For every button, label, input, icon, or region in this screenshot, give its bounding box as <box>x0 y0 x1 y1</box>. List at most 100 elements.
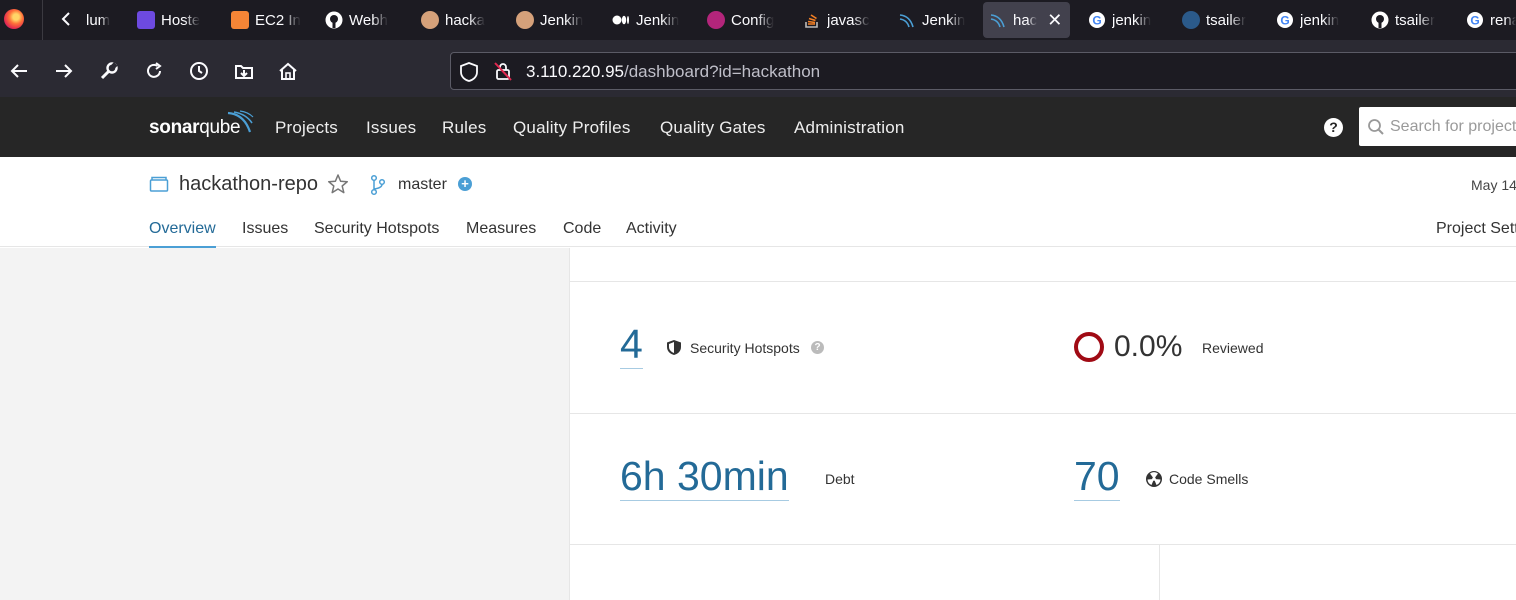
forward-arrow-icon[interactable] <box>50 57 78 85</box>
save-to-pocket-icon[interactable] <box>230 57 258 85</box>
browser-tab[interactable]: EC2 In <box>225 2 315 38</box>
jenkins-icon <box>421 11 439 29</box>
wrench-icon[interactable] <box>95 57 123 85</box>
stackoverflow-icon <box>803 11 821 29</box>
tab-label: lum <box>86 11 111 29</box>
nav-quality-gates[interactable]: Quality Gates <box>660 118 766 138</box>
aws-ec2-icon <box>231 11 249 29</box>
back-arrow-icon[interactable] <box>5 57 33 85</box>
tab-label: Config <box>731 11 775 29</box>
hosted-app-icon <box>137 11 155 29</box>
sonar-icon <box>898 11 916 29</box>
history-clock-icon[interactable] <box>185 57 213 85</box>
tab-label: Jenkin <box>922 11 966 29</box>
svg-text:G: G <box>1092 14 1101 28</box>
browser-tab[interactable]: javasc <box>797 2 887 38</box>
browser-tab[interactable]: Jenkin <box>606 2 696 38</box>
tab-issues[interactable]: Issues <box>242 220 288 246</box>
tab-label: jenkin <box>1300 11 1340 29</box>
search-placeholder: Search for projects... <box>1390 118 1516 135</box>
nav-projects[interactable]: Projects <box>275 118 338 138</box>
tab-label: jenkin <box>1112 11 1152 29</box>
tab-label: hac <box>1013 11 1038 29</box>
browser-tab-bar: lum Hoste EC2 In Webh hacka Jenkin Jenki… <box>0 0 1516 40</box>
tab-label: Jenkin <box>636 11 680 29</box>
tab-security-hotspots[interactable]: Security Hotspots <box>314 220 439 246</box>
tab-label: hacka <box>445 11 486 29</box>
add-branch-icon[interactable]: + <box>458 177 472 191</box>
reload-icon[interactable] <box>140 57 168 85</box>
insecure-lock-icon[interactable] <box>492 60 514 87</box>
tab-overview[interactable]: Overview <box>149 220 216 249</box>
google-icon: G <box>1088 11 1106 29</box>
hotspots-help-icon[interactable]: ? <box>811 341 824 354</box>
favorite-star-icon[interactable] <box>327 173 349 200</box>
browser-tab-active[interactable]: hac ✕ <box>983 2 1070 38</box>
security-hotspot-shield-icon <box>666 339 682 361</box>
tab-activity[interactable]: Activity <box>626 220 677 246</box>
browser-tab[interactable]: Jenkin <box>892 2 982 38</box>
url-host: 3.110.220.95 <box>526 62 624 81</box>
nav-quality-profiles[interactable]: Quality Profiles <box>513 118 631 138</box>
firefox-logo-icon[interactable] <box>4 9 24 29</box>
medium-icon <box>612 11 630 29</box>
project-navigation <box>0 157 1516 247</box>
browser-tab[interactable]: Config <box>701 2 791 38</box>
sonarqube-waves-icon <box>226 110 254 139</box>
tab-divider <box>42 0 43 40</box>
browser-tab[interactable]: lum <box>80 2 132 38</box>
branch-name[interactable]: master <box>398 176 447 194</box>
browser-tab[interactable]: Hoste <box>131 2 221 38</box>
google-icon: G <box>1466 11 1484 29</box>
sonar-icon <box>989 11 1007 29</box>
url-text[interactable]: 3.110.220.95/dashboard?id=hackathon <box>526 62 820 82</box>
tab-close-icon[interactable]: ✕ <box>1047 10 1062 31</box>
jenkins-icon <box>516 11 534 29</box>
hotspots-count[interactable]: 4 <box>620 321 643 370</box>
browser-tab[interactable]: G rena <box>1460 2 1516 38</box>
code-smell-icon <box>1145 470 1163 493</box>
tab-scroll-left-icon[interactable] <box>56 8 78 30</box>
tab-label: javasc <box>827 11 870 29</box>
nav-issues[interactable]: Issues <box>366 118 416 138</box>
tab-measures[interactable]: Measures <box>466 220 536 246</box>
help-icon[interactable]: ? <box>1324 118 1343 137</box>
project-name[interactable]: hackathon-repo <box>179 173 318 196</box>
nav-administration[interactable]: Administration <box>794 118 905 138</box>
nav-rules[interactable]: Rules <box>442 118 486 138</box>
tab-label: Hoste <box>161 11 201 29</box>
tab-label: tsailer <box>1395 11 1436 29</box>
browser-tab[interactable]: hacka <box>415 2 505 38</box>
browser-tab[interactable]: Jenkin <box>510 2 600 38</box>
branch-icon <box>370 174 386 201</box>
home-icon[interactable] <box>274 57 302 85</box>
tab-label: EC2 In <box>255 11 301 29</box>
google-icon: G <box>1276 11 1294 29</box>
github-icon <box>325 11 343 29</box>
docker-icon <box>1182 11 1200 29</box>
code-smells-label: Code Smells <box>1169 471 1249 487</box>
quality-gate-panel <box>0 248 570 600</box>
reviewed-rating-ring <box>1074 332 1104 362</box>
reviewed-percentage[interactable]: 0.0% <box>1114 330 1182 364</box>
browser-tab[interactable]: tsailer <box>1365 2 1455 38</box>
debt-label: Debt <box>825 471 855 487</box>
tab-label: Webh <box>349 11 388 29</box>
url-path: /dashboard?id=hackathon <box>624 62 821 81</box>
browser-tab[interactable]: G jenkin <box>1082 2 1172 38</box>
project-settings-menu[interactable]: Project Settings <box>1436 220 1516 238</box>
debt-value[interactable]: 6h 30min <box>620 453 789 502</box>
tab-label: tsailer <box>1206 11 1247 29</box>
measures-card-header <box>570 248 1516 282</box>
hotspots-label: Security Hotspots <box>690 340 800 356</box>
reviewed-label: Reviewed <box>1202 340 1264 356</box>
tab-code[interactable]: Code <box>563 220 601 246</box>
config-icon <box>707 11 725 29</box>
browser-tab[interactable]: Webh <box>319 2 409 38</box>
browser-tab[interactable]: tsailer <box>1176 2 1266 38</box>
coverage-card <box>570 544 1516 600</box>
tab-label: rena <box>1490 11 1516 29</box>
code-smells-count[interactable]: 70 <box>1074 453 1120 502</box>
tracking-shield-icon[interactable] <box>458 61 480 88</box>
browser-tab[interactable]: G jenkin <box>1270 2 1360 38</box>
